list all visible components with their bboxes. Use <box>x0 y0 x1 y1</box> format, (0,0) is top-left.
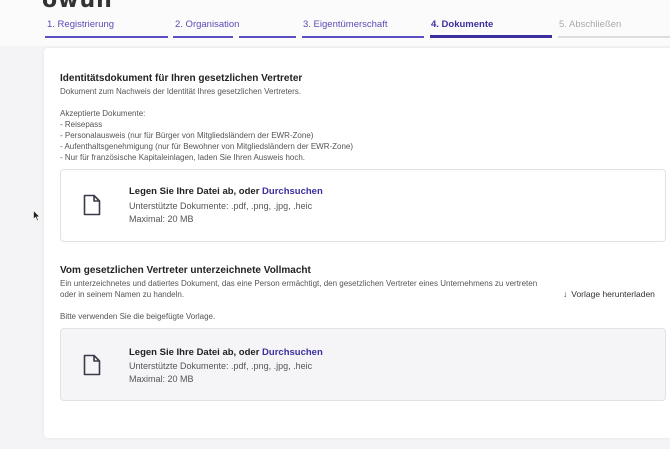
identity-dropzone[interactable]: Legen Sie Ihre Datei ab, oder Durchsuche… <box>60 169 666 242</box>
template-hint: Bitte verwenden Sie die beigefügte Vorla… <box>60 312 216 321</box>
arrow-down-icon: ↓ <box>563 289 568 299</box>
step-bar-eigentuemerschaft <box>302 36 424 38</box>
step-dokumente[interactable]: 4. Dokumente <box>431 19 493 30</box>
step-abschliessen: 5. Abschließen <box>559 19 622 30</box>
progress-header: owun 1. Registrierung 2. Organisation 3.… <box>0 0 670 46</box>
proxy-dropzone[interactable]: Legen Sie Ihre Datei ab, oder Durchsuche… <box>60 328 666 401</box>
accepted-document-item: - Nur für französische Kapitaleinlagen, … <box>60 153 306 162</box>
proxy-description-cont: oder in seinem Namen zu handeln. <box>60 290 185 299</box>
dropzone-title-text: Legen Sie Ihre Datei ab, oder <box>129 347 260 358</box>
accepted-documents-heading: Akzeptierte Dokumente: <box>60 109 146 118</box>
browse-link[interactable]: Durchsuchen <box>262 347 323 358</box>
step-bar-registrierung <box>45 36 168 38</box>
max-size: Maximal: 20 MB <box>129 214 194 224</box>
step-organisation[interactable]: 2. Organisation <box>175 19 239 30</box>
supported-formats: Unterstützte Dokumente: .pdf, .png, .jpg… <box>129 201 313 211</box>
download-template-button[interactable]: ↓ Vorlage herunterladen <box>563 289 655 299</box>
browse-link[interactable]: Durchsuchen <box>262 186 323 197</box>
identity-section-title: Identitätsdokument für Ihren gesetzliche… <box>60 73 303 84</box>
proxy-section-title: Vom gesetzlichen Vertreter unterzeichnet… <box>60 265 311 276</box>
step-bar-organisation-a <box>173 36 233 38</box>
identity-description: Dokument zum Nachweis der Identität Ihre… <box>60 87 301 96</box>
step-bar-abschliessen <box>558 36 670 38</box>
step-bar-dokumente <box>430 35 552 38</box>
supported-formats: Unterstützte Dokumente: .pdf, .png, .jpg… <box>129 361 313 371</box>
accepted-document-item: - Aufenthaltsgenehmigung (nur für Bewohn… <box>60 142 354 151</box>
dropzone-title-text: Legen Sie Ihre Datei ab, oder <box>129 186 260 197</box>
proxy-description: Ein unterzeichnetes und datiertes Dokume… <box>60 279 538 288</box>
step-bar-organisation-b <box>239 36 296 38</box>
accepted-document-item: - Personalausweis (nur für Bürger von Mi… <box>60 131 314 140</box>
dropzone-title: Legen Sie Ihre Datei ab, oder Durchsuche… <box>129 347 323 358</box>
step-eigentuemerschaft[interactable]: 3. Eigentümerschaft <box>303 19 388 30</box>
file-icon <box>83 354 101 376</box>
accepted-document-item: - Reisepass <box>60 120 103 129</box>
mouse-cursor-icon <box>33 210 41 222</box>
download-template-label: Vorlage herunterladen <box>571 289 655 299</box>
file-icon <box>83 194 101 216</box>
dropzone-title: Legen Sie Ihre Datei ab, oder Durchsuche… <box>129 186 323 197</box>
max-size: Maximal: 20 MB <box>129 374 194 384</box>
step-registrierung[interactable]: 1. Registrierung <box>47 19 114 30</box>
logo: owun <box>42 0 113 13</box>
